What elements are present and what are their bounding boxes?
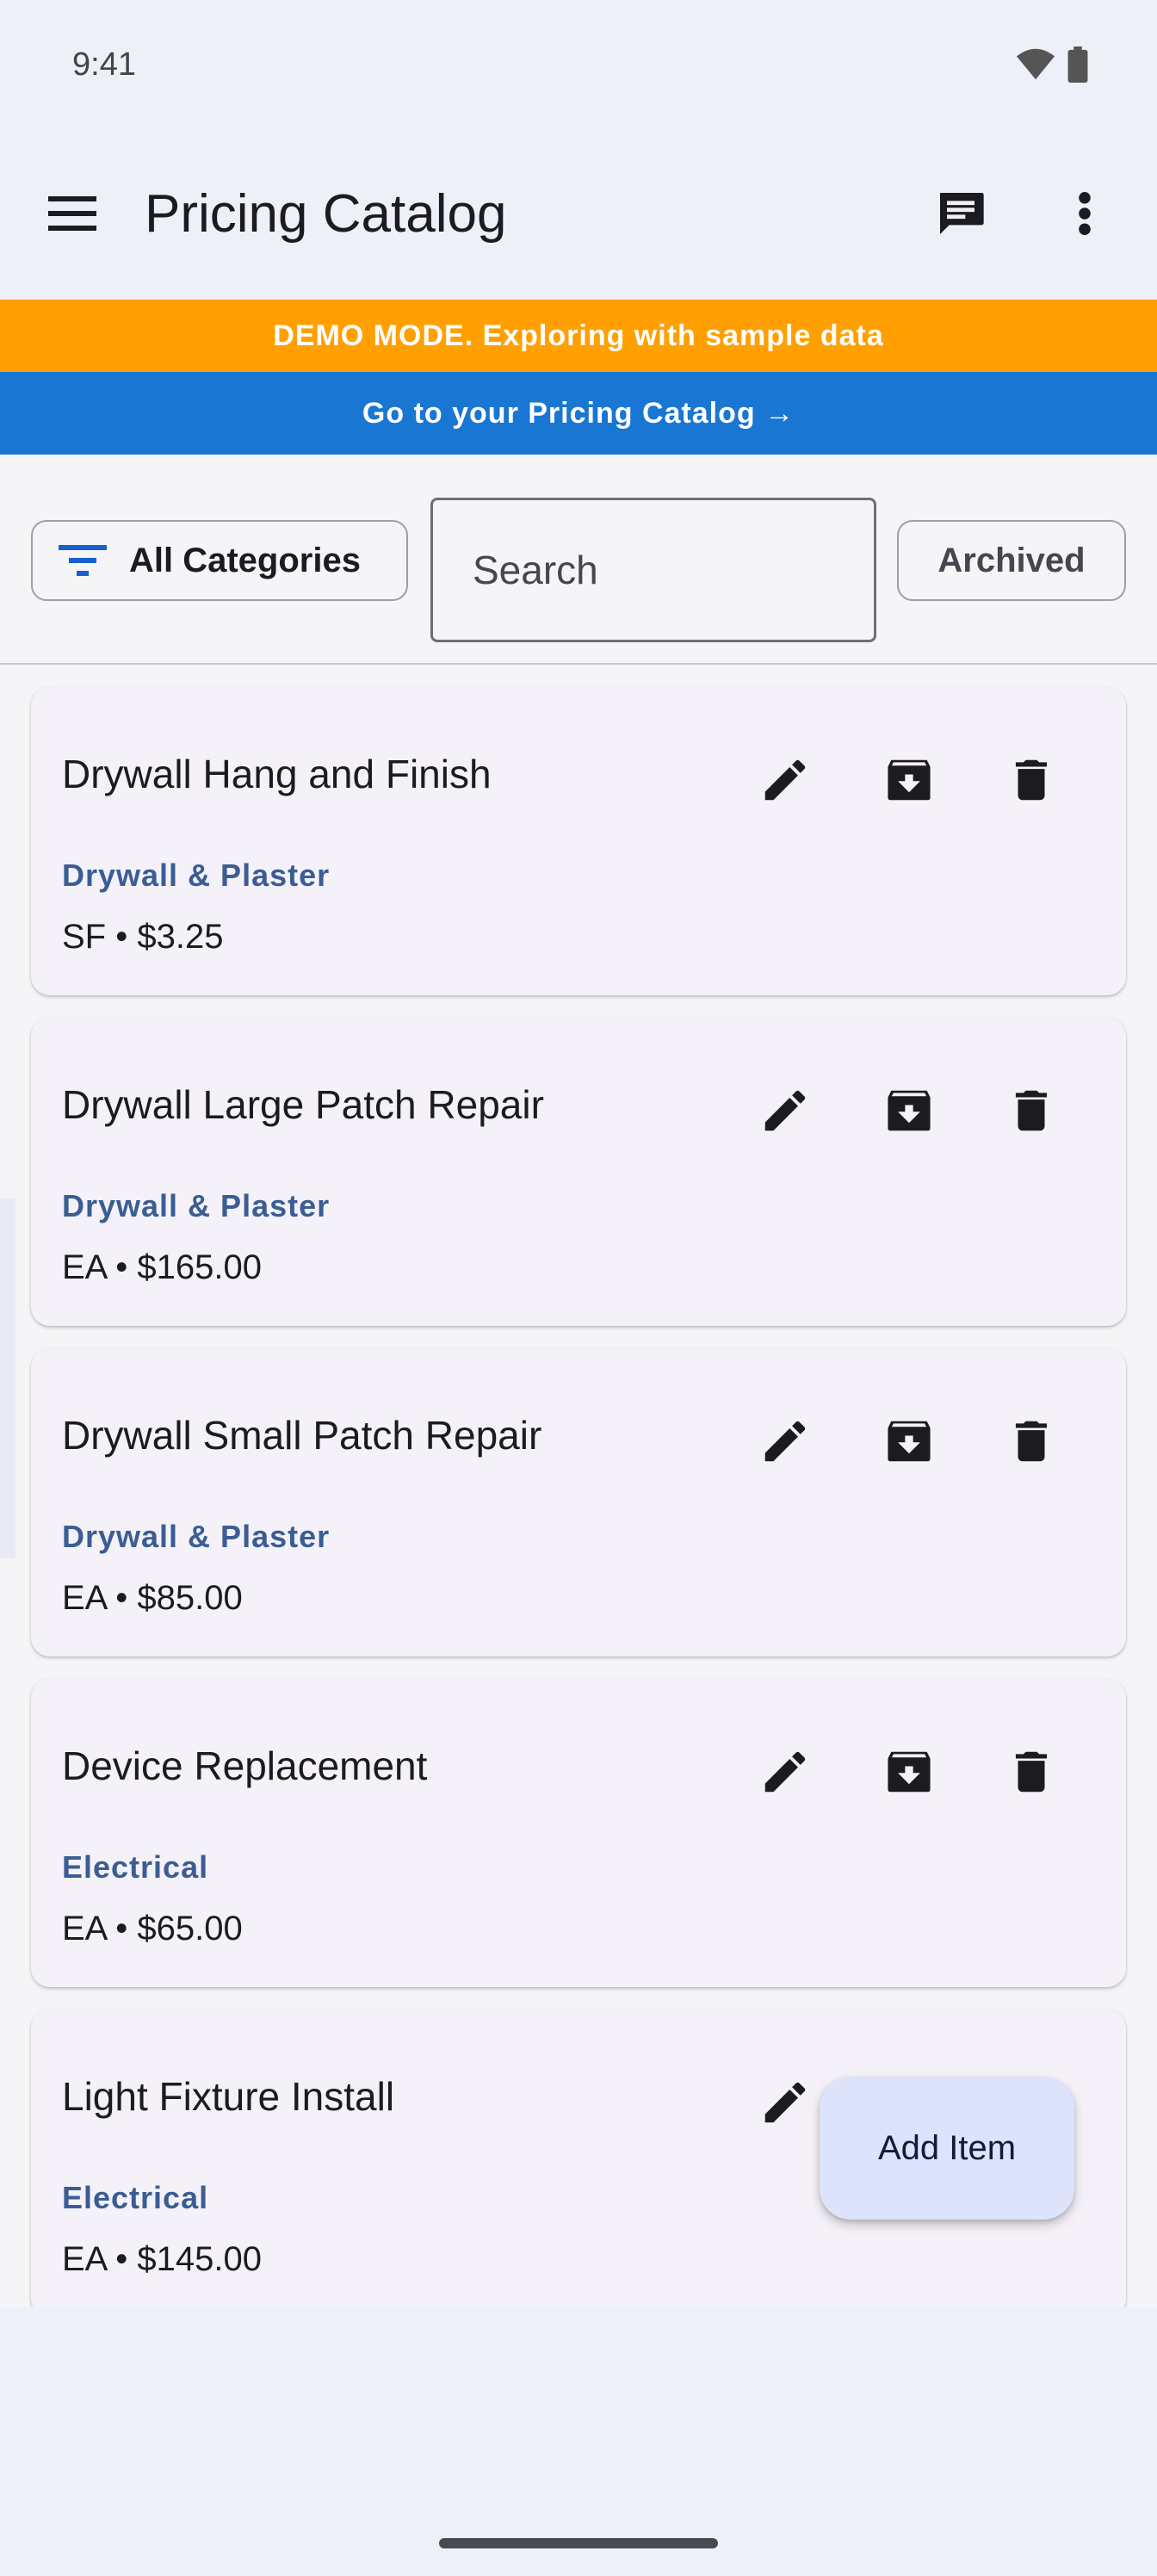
item-name: Drywall Hang and Finish [62,752,492,796]
archived-filter-chip[interactable]: Archived [897,520,1126,601]
status-time: 9:41 [72,46,136,83]
edit-icon [764,1421,806,1462]
edit-icon [764,759,806,801]
edit-button[interactable] [744,1731,826,1813]
status-bar: 9:41 [0,0,1157,129]
delete-icon [1015,1421,1048,1462]
item-unit-price: EA • $65.00 [62,1910,243,1947]
menu-button[interactable] [38,179,107,248]
archive-icon [888,1090,931,1131]
archive-icon [888,1751,931,1793]
item-category: Electrical [62,2180,209,2215]
demo-mode-banner: DEMO MODE. Exploring with sample data [0,300,1157,372]
edit-button[interactable] [744,1400,826,1483]
filter-list-icon [59,545,107,576]
category-filter-chip[interactable]: All Categories [31,520,408,601]
battery-icon [1067,46,1088,83]
item-name: Light Fixture Install [62,2074,395,2119]
edit-icon [764,2082,806,2123]
page-title: Pricing Catalog [145,183,507,244]
edit-button[interactable] [744,2061,826,2144]
home-indicator[interactable] [439,2538,718,2548]
category-filter-label: All Categories [129,541,361,579]
item-category: Drywall & Plaster [62,1519,331,1554]
item-unit-price: EA • $165.00 [62,1248,262,1286]
app-bar: Pricing Catalog [0,129,1157,298]
delete-button[interactable] [990,1069,1073,1152]
go-to-catalog-link[interactable]: Go to your Pricing Catalog → [0,372,1157,455]
edit-button[interactable] [744,739,826,821]
search-field[interactable] [430,498,876,642]
delete-button[interactable] [990,739,1073,821]
edit-icon [764,1090,806,1131]
catalog-item-card[interactable]: Drywall Small Patch Repair Drywall & Pla… [31,1348,1126,1656]
chat-icon [940,193,984,234]
item-name: Device Replacement [62,1743,428,1788]
delete-icon [1015,1751,1048,1793]
side-edge-handle [0,1198,15,1558]
catalog-item-card[interactable]: Drywall Hang and Finish Drywall & Plaste… [31,687,1126,995]
more-vert-icon [1079,192,1091,235]
filter-row: All Categories Archived [0,455,1157,665]
archive-button[interactable] [868,1400,950,1483]
delete-button[interactable] [990,1400,1073,1483]
item-category: Drywall & Plaster [62,1188,331,1223]
item-unit-price: EA • $145.00 [62,2240,262,2278]
archive-button[interactable] [868,1069,950,1152]
item-category: Electrical [62,1849,209,1885]
archive-button[interactable] [868,1731,950,1813]
delete-icon [1015,1090,1048,1131]
catalog-item-card[interactable]: Device Replacement Electrical EA • $65.0… [31,1679,1126,1987]
chat-button[interactable] [926,179,995,248]
catalog-item-card[interactable]: Drywall Large Patch Repair Drywall & Pla… [31,1018,1126,1326]
add-item-button[interactable]: Add Item [820,2077,1074,2220]
item-unit-price: EA • $85.00 [62,1579,243,1617]
item-name: Drywall Small Patch Repair [62,1413,542,1458]
archive-icon [888,1421,931,1462]
catalog-content: All Categories Archived Drywall Hang and… [0,455,1157,2307]
item-category: Drywall & Plaster [62,858,331,893]
delete-button[interactable] [990,1731,1073,1813]
archive-icon [888,759,931,801]
more-options-button[interactable] [1050,179,1119,248]
edit-icon [764,1751,806,1793]
delete-icon [1015,759,1048,801]
edit-button[interactable] [744,1069,826,1152]
menu-icon [48,196,96,231]
wifi-icon [1016,48,1055,80]
archive-button[interactable] [868,739,950,821]
search-input[interactable] [473,547,851,593]
status-icons [1016,46,1088,83]
item-unit-price: SF • $3.25 [62,918,224,956]
item-name: Drywall Large Patch Repair [62,1082,544,1127]
